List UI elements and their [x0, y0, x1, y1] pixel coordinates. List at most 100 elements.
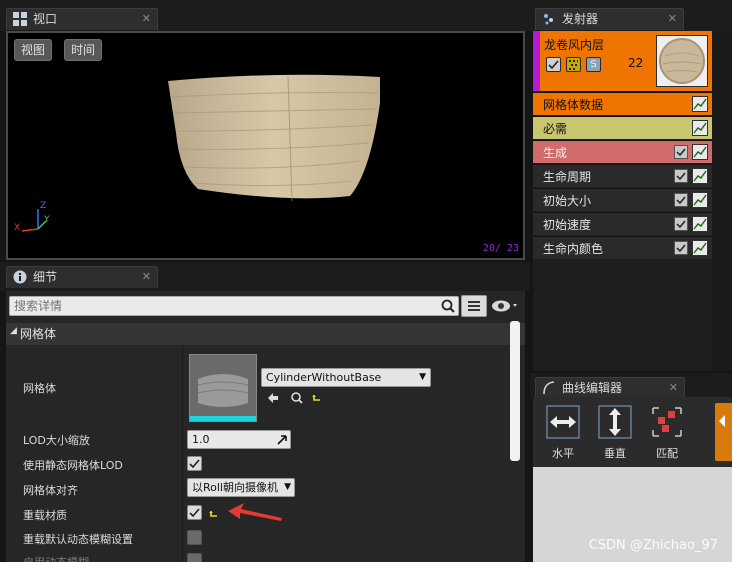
prop-label-enable-motion-blur: 启用动态模糊 [23, 554, 89, 562]
close-icon[interactable]: ✕ [142, 267, 151, 287]
mesh-alignment-value: 以Roll朝向摄像机 [192, 481, 278, 494]
search-box[interactable] [9, 296, 459, 316]
category-label: 网格体 [20, 327, 57, 341]
module-required[interactable]: 必需 [533, 116, 712, 139]
module-initial-size[interactable]: 初始大小 [533, 188, 712, 211]
emitter-thumbnail [656, 35, 708, 87]
module-mesh-data[interactable]: 网格体数据 [533, 92, 712, 115]
module-label: 初始大小 [543, 194, 592, 208]
prop-label-lod-scale: LOD大小缩放 [23, 434, 90, 447]
emitter-name: 龙卷风内层 [544, 38, 605, 52]
override-material-checkbox[interactable] [187, 505, 202, 520]
close-icon[interactable]: ✕ [669, 378, 678, 398]
prop-label-override-material: 重载材质 [23, 509, 67, 522]
tab-curve-editor[interactable]: 曲线编辑器 ✕ [535, 377, 685, 399]
module-spawn[interactable]: 生成 [533, 140, 712, 163]
toolbar-next-button[interactable] [715, 403, 732, 461]
module-enable-checkbox[interactable] [674, 169, 688, 183]
module-enable-checkbox[interactable] [674, 193, 688, 207]
emitter-icon [542, 12, 556, 26]
enable-motion-blur-checkbox[interactable] [187, 553, 202, 562]
module-enable-checkbox[interactable] [674, 217, 688, 231]
curve-graph-icon[interactable] [692, 168, 708, 184]
property-matrix-button[interactable] [461, 295, 487, 317]
override-motion-blur-checkbox[interactable] [187, 530, 202, 545]
curve-graph-icon[interactable] [692, 216, 708, 232]
mesh-asset-dropdown[interactable]: CylinderWithoutBase ▼ [261, 368, 431, 387]
frame-counter: 20/ 23 [482, 243, 519, 254]
emitter-header[interactable]: 龙卷风内层 S 22 [533, 31, 712, 91]
fit-horizontal-button[interactable]: 水平 [541, 403, 585, 461]
curve-graph-icon[interactable] [692, 192, 708, 208]
emitter-particle-count: 22 [628, 56, 644, 70]
particle-viewport[interactable]: 视图 时间 Z Y X 20/ 23 [6, 31, 525, 260]
module-lifetime[interactable]: 生命周期 [533, 164, 712, 187]
search-input[interactable] [10, 297, 430, 315]
cylinder-mesh-preview [21, 74, 380, 232]
lod-scale-value: 1.0 [192, 433, 210, 446]
use-selected-arrow-icon[interactable] [266, 391, 280, 408]
info-icon [13, 270, 27, 284]
module-initial-velocity[interactable]: 初始速度 [533, 212, 712, 235]
close-icon[interactable]: ✕ [142, 9, 151, 29]
details-panel: ◢ 网格体 网格体 CylinderWithoutBase ▼ LOD大小缩放 … [6, 291, 525, 562]
tab-curve-editor-label: 曲线编辑器 [562, 381, 623, 395]
fit-match-button[interactable]: 匹配 [645, 403, 689, 461]
category-mesh[interactable]: ◢ 网格体 [6, 323, 525, 345]
module-label: 生成 [543, 146, 568, 160]
prop-label-mesh: 网格体 [23, 382, 56, 395]
prop-label-override-motion-blur: 重载默认动态模糊设置 [23, 533, 133, 546]
tab-emitters-label: 发射器 [562, 12, 599, 26]
emitter-solo-icon[interactable] [566, 57, 581, 72]
vertical-arrows-icon [598, 405, 632, 439]
tool-label: 水平 [552, 447, 574, 460]
reset-to-default-icon[interactable] [209, 508, 219, 522]
tool-label: 匹配 [656, 447, 678, 460]
collapse-arrow-icon[interactable]: ◢ [10, 326, 17, 336]
tab-details[interactable]: 细节 ✕ [6, 266, 158, 288]
axis-x-label: X [14, 223, 21, 233]
module-label: 必需 [543, 122, 568, 136]
browse-search-icon[interactable] [290, 391, 304, 408]
prop-label-use-static-mesh-lod: 使用静态网格体LOD [23, 459, 123, 472]
chevron-down-icon: ▼ [284, 482, 291, 492]
mesh-asset-value: CylinderWithoutBase [266, 371, 382, 384]
reset-to-default-icon[interactable] [312, 392, 322, 406]
watermark-text: CSDN @Zhichao_97 [588, 538, 718, 553]
curve-editor-icon [542, 381, 556, 395]
close-icon[interactable]: ✕ [668, 9, 677, 29]
search-icon[interactable] [441, 299, 455, 316]
scrollbar[interactable] [510, 321, 520, 461]
visibility-eye-icon[interactable] [491, 297, 521, 315]
module-label: 初始速度 [543, 218, 592, 232]
annotation-red-arrow [228, 501, 284, 526]
tab-details-label: 细节 [33, 270, 58, 284]
viewport-grid-icon [13, 12, 27, 26]
column-divider[interactable] [182, 345, 183, 562]
curve-graph-icon[interactable] [692, 240, 708, 256]
resize-arrow-icon [277, 433, 287, 450]
horizontal-arrows-icon [546, 405, 580, 439]
emitter-panel-empty-area [712, 31, 732, 371]
tab-viewport[interactable]: 视口 ✕ [6, 8, 158, 30]
curve-graph-icon[interactable] [692, 120, 708, 136]
use-static-mesh-lod-checkbox[interactable] [187, 456, 202, 471]
emitter-s-icon[interactable]: S [586, 57, 601, 72]
axis-y-label: Y [44, 215, 50, 225]
curve-graph-icon[interactable] [692, 96, 708, 112]
module-color-over-life[interactable]: 生命内颜色 [533, 236, 712, 259]
lod-scale-input[interactable]: 1.0 [187, 430, 291, 449]
mesh-thumbnail[interactable] [189, 354, 257, 422]
match-icon [652, 407, 682, 437]
module-label: 网格体数据 [543, 98, 604, 112]
tab-viewport-label: 视口 [33, 12, 58, 26]
emitter-enable-checkbox[interactable] [546, 57, 561, 72]
module-enable-checkbox[interactable] [674, 145, 688, 159]
curve-graph-icon[interactable] [692, 144, 708, 160]
chevron-down-icon: ▼ [419, 372, 426, 382]
module-enable-checkbox[interactable] [674, 241, 688, 255]
mesh-alignment-dropdown[interactable]: 以Roll朝向摄像机 ▼ [187, 478, 295, 497]
curve-toolbar: 水平 垂直 匹配 [533, 397, 732, 467]
tab-emitters[interactable]: 发射器 ✕ [535, 8, 684, 30]
fit-vertical-button[interactable]: 垂直 [593, 403, 637, 461]
